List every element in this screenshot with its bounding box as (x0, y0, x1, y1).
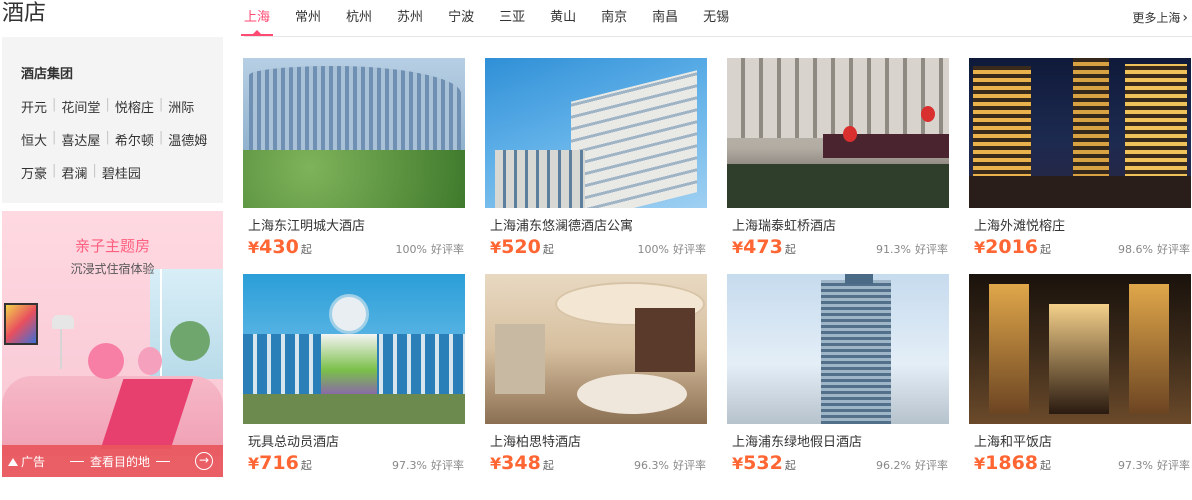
city-tab-nanchang[interactable]: 南昌 (652, 0, 678, 36)
brand-separator: | (52, 130, 57, 145)
ad-painting-image (4, 303, 38, 345)
header-divider (244, 36, 1192, 37)
brand-link[interactable]: 喜达屋 (61, 130, 100, 149)
hotel-name[interactable]: 上海柏思特酒店 (490, 431, 581, 450)
ad-cta-label: 查看目的地 (90, 455, 151, 469)
brand-link[interactable]: 恒大 (21, 130, 47, 149)
brand-separator: | (52, 97, 57, 112)
brand-link[interactable]: 万豪 (21, 163, 47, 182)
hotel-name[interactable]: 玩具总动员酒店 (248, 431, 339, 450)
hotel-rating: 98.6% 好评率 (1118, 243, 1190, 256)
hotel-card[interactable]: 上海浦东悠澜德酒店公寓 ¥520 起 100% 好评率 (485, 58, 708, 264)
hotel-price: ¥2016 起 (974, 236, 1052, 258)
hotel-price: ¥348 起 (490, 452, 554, 474)
ad-heading: 亲子主题房 (74, 237, 150, 255)
brand-separator: | (158, 97, 164, 112)
city-tab-changzhou[interactable]: 常州 (295, 0, 321, 36)
hotel-rating: 96.3% 好评率 (634, 459, 706, 472)
hotel-name[interactable]: 上海东江明城大酒店 (248, 215, 365, 234)
brand-separator: | (105, 97, 110, 112)
ad-toy-image (138, 347, 162, 375)
brand-link[interactable]: 悦榕庄 (115, 97, 154, 116)
city-tab-hangzhou[interactable]: 杭州 (346, 0, 372, 36)
ad-dash (70, 461, 84, 462)
brand-link[interactable]: 洲际 (168, 97, 194, 116)
city-tab-wuxi[interactable]: 无锡 (703, 0, 729, 36)
ad-tag-label: 广告 (21, 455, 46, 469)
arrow-right-circle-icon[interactable]: → (195, 452, 213, 470)
ad-subheading: 沉浸式住宿体验 (70, 262, 155, 276)
hotel-price: ¥532 起 (732, 452, 796, 474)
ad-lamp-image (52, 315, 74, 329)
more-city-label: 更多上海 (1132, 11, 1181, 25)
hotel-rating: 97.3% 好评率 (392, 459, 464, 472)
ad-dash (156, 461, 171, 462)
ad-banner[interactable]: 亲子主题房 沉浸式住宿体验 广告 查看目的地 → (2, 211, 223, 477)
brand-row: 万豪 | 君澜 | 碧桂园 (21, 163, 141, 182)
hotel-price: ¥430 起 (248, 236, 312, 258)
city-tab-sanya[interactable]: 三亚 (499, 0, 525, 36)
hotel-photo[interactable] (485, 274, 707, 424)
city-tab-ningbo[interactable]: 宁波 (448, 0, 474, 36)
ad-warning-icon (8, 457, 18, 466)
hotel-photo[interactable] (969, 274, 1191, 424)
hotel-photo[interactable] (243, 58, 465, 208)
brand-link[interactable]: 希尔顿 (115, 130, 154, 149)
hotel-section: 酒店 上海 常州 杭州 苏州 宁波 三亚 黄山 南京 南昌 无锡 更多上海 › 酒… (0, 0, 1192, 500)
hotel-group-panel: 酒店集团 开元 | 花间堂 | 悦榕庄 | 洲际 恒大 | 喜达屋 | 希尔顿 | 温德姆 … (2, 37, 223, 203)
ad-tree-image (170, 321, 210, 361)
city-tab-huangshan[interactable]: 黄山 (550, 0, 576, 36)
hotel-name[interactable]: 上海外滩悦榕庄 (974, 215, 1065, 234)
ad-lamp-pole (60, 329, 62, 369)
brand-link[interactable]: 开元 (21, 97, 47, 116)
hotel-photo[interactable] (727, 58, 949, 208)
hotel-rating: 100% 好评率 (395, 243, 464, 256)
hotel-card[interactable]: 上海浦东绿地假日酒店 ¥532 起 96.2% 好评率 (727, 274, 950, 480)
ad-cta[interactable]: 查看目的地 (64, 453, 176, 470)
brand-link[interactable]: 碧桂园 (102, 163, 141, 182)
hotel-price: ¥520 起 (490, 236, 554, 258)
hotel-photo[interactable] (485, 58, 707, 208)
hotel-name[interactable]: 上海和平饭店 (974, 431, 1052, 450)
hotel-rating: 91.3% 好评率 (876, 243, 948, 256)
hotel-price: ¥716 起 (248, 452, 312, 474)
brand-separator: | (158, 130, 164, 145)
hotel-rating: 97.3% 好评率 (1118, 459, 1190, 472)
ad-tag: 广告 (8, 453, 45, 470)
chevron-right-icon: › (1182, 10, 1188, 26)
hotel-card[interactable]: 玩具总动员酒店 ¥716 起 97.3% 好评率 (243, 274, 466, 480)
hotel-name[interactable]: 上海浦东悠澜德酒店公寓 (490, 215, 633, 234)
hotel-photo[interactable] (969, 58, 1191, 208)
more-city-link[interactable]: 更多上海 › (1132, 0, 1188, 36)
brand-separator: | (105, 130, 110, 145)
hotel-rating: 100% 好评率 (637, 243, 706, 256)
ad-toy-rabbit-image (88, 343, 124, 379)
brand-separator: | (52, 163, 57, 178)
hotel-card[interactable]: 上海瑞泰虹桥酒店 ¥473 起 91.3% 好评率 (727, 58, 950, 264)
hotel-price: ¥473 起 (732, 236, 796, 258)
city-tab-shanghai[interactable]: 上海 (240, 0, 274, 36)
hotel-photo[interactable] (727, 274, 949, 424)
brand-row: 开元 | 花间堂 | 悦榕庄 | 洲际 (21, 97, 194, 116)
brand-link[interactable]: 温德姆 (168, 130, 207, 149)
hotel-name[interactable]: 上海瑞泰虹桥酒店 (732, 215, 836, 234)
ad-footer-bar[interactable]: 广告 查看目的地 → (2, 445, 223, 477)
city-tab-nanjing[interactable]: 南京 (601, 0, 627, 36)
hotel-price: ¥1868 起 (974, 452, 1052, 474)
hotel-card[interactable]: 上海东江明城大酒店 ¥430 起 100% 好评率 (243, 58, 466, 264)
brand-link[interactable]: 花间堂 (61, 97, 100, 116)
hotel-card[interactable]: 上海柏思特酒店 ¥348 起 96.3% 好评率 (485, 274, 708, 480)
hotel-card[interactable]: 上海外滩悦榕庄 ¥2016 起 98.6% 好评率 (969, 58, 1192, 264)
hotel-name[interactable]: 上海浦东绿地假日酒店 (732, 431, 862, 450)
city-tabs: 上海 常州 杭州 苏州 宁波 三亚 黄山 南京 南昌 无锡 (240, 0, 754, 36)
brand-link[interactable]: 君澜 (61, 163, 87, 182)
hotel-card[interactable]: 上海和平饭店 ¥1868 起 97.3% 好评率 (969, 274, 1192, 480)
city-tab-suzhou[interactable]: 苏州 (397, 0, 423, 36)
hotel-rating: 96.2% 好评率 (876, 459, 948, 472)
section-title: 酒店 (2, 1, 47, 26)
hotel-photo[interactable] (243, 274, 465, 424)
hotel-group-title: 酒店集团 (21, 67, 74, 82)
brand-row: 恒大 | 喜达屋 | 希尔顿 | 温德姆 (21, 130, 207, 149)
brand-separator: | (92, 163, 97, 178)
